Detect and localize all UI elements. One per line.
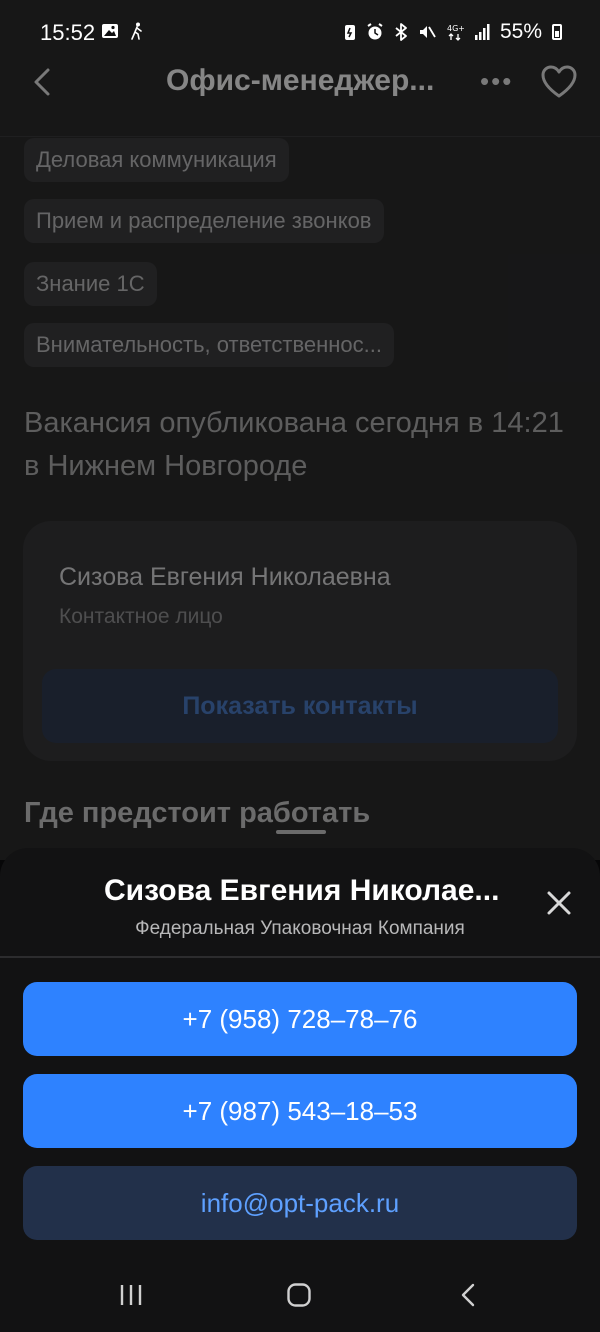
svg-text:4G+: 4G+ bbox=[447, 24, 464, 33]
company-name: Федеральная Упаковочная Компания bbox=[135, 918, 465, 939]
more-icon[interactable]: ••• bbox=[480, 66, 513, 97]
divider bbox=[0, 956, 600, 958]
home-icon[interactable] bbox=[286, 1282, 312, 1308]
close-icon[interactable] bbox=[544, 888, 574, 918]
mute-icon bbox=[419, 26, 436, 38]
contacts-bottom-sheet: Сизова Евгения Николае... Федеральная Уп… bbox=[0, 848, 600, 1332]
skill-chip: Прием и распределение звонков bbox=[24, 199, 384, 243]
back-icon[interactable] bbox=[456, 1282, 482, 1308]
signal-icon bbox=[474, 24, 490, 40]
skill-chip: Деловая коммуникация bbox=[24, 138, 289, 182]
contact-card: Сизова Евгения Николаевна Контактное лиц… bbox=[23, 521, 577, 761]
battery-icon bbox=[552, 24, 562, 40]
section-heading: Где предстоит работать bbox=[24, 797, 371, 829]
recent-apps-icon[interactable] bbox=[118, 1282, 144, 1308]
page-title: Офис-менеджер... bbox=[166, 64, 435, 97]
published-info: Вакансия опубликована сегодня в 14:21 в … bbox=[24, 407, 564, 482]
skill-chip: Внимательность, ответственнос... bbox=[24, 323, 394, 367]
contact-role: Контактное лицо bbox=[59, 605, 223, 628]
clock: 15:52 bbox=[40, 20, 96, 45]
sheet-title: Сизова Евгения Николае... bbox=[104, 874, 500, 907]
back-chevron-icon[interactable] bbox=[28, 62, 58, 102]
email-button[interactable]: info@opt-pack.ru bbox=[23, 1166, 577, 1240]
system-nav-bar bbox=[0, 1262, 600, 1332]
alarm-icon bbox=[367, 23, 383, 40]
status-bar: 15:52 4G+ 55% bbox=[0, 0, 600, 66]
image-icon bbox=[102, 24, 118, 38]
4g-icon: 4G+ bbox=[447, 24, 464, 41]
heart-icon[interactable] bbox=[540, 64, 578, 100]
walking-icon bbox=[131, 22, 142, 40]
contact-name: Сизова Евгения Николаевна bbox=[59, 563, 391, 591]
phone-button[interactable]: +7 (958) 728–78–76 bbox=[23, 982, 577, 1056]
show-contacts-button[interactable]: Показать контакты bbox=[42, 669, 558, 743]
cursor-underline bbox=[276, 830, 326, 834]
skill-chip: Знание 1С bbox=[24, 262, 157, 306]
battery-percent: 55% bbox=[499, 20, 542, 43]
phone-button[interactable]: +7 (987) 543–18–53 bbox=[23, 1074, 577, 1148]
vacancy-page: Офис-менеджер... ••• Деловая коммуникаци… bbox=[0, 0, 600, 860]
bluetooth-icon bbox=[395, 23, 407, 41]
battery-saver-icon bbox=[344, 25, 355, 40]
